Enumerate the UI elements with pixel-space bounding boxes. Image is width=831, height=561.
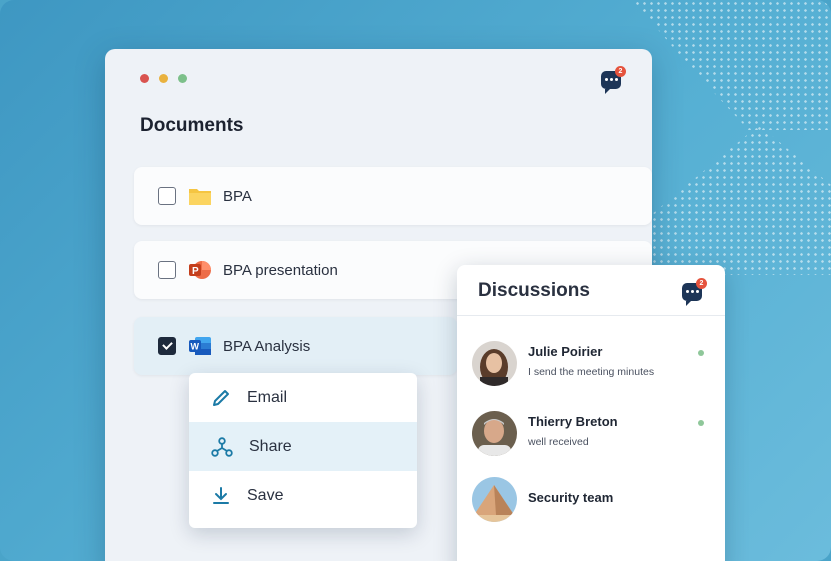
avatar [472,341,517,386]
avatar [472,411,517,456]
download-icon [213,486,229,504]
powerpoint-icon: P [188,259,212,281]
online-status-indicator [698,420,704,426]
checkbox[interactable] [158,261,176,279]
menu-item-save[interactable]: Save [189,471,417,520]
svg-text:P: P [192,266,199,277]
contact-name: Security team [528,490,614,505]
document-name: BPA Analysis [223,337,311,355]
context-menu: Email Share Save [189,373,417,528]
contact-item-security-team[interactable]: Security team [472,477,712,523]
maximize-window-button[interactable] [178,74,187,83]
pencil-icon [213,389,229,406]
window-controls [140,74,187,83]
page-title: Documents [140,115,244,136]
online-status-indicator [698,350,704,356]
share-icon [211,436,233,457]
menu-item-label: Save [247,486,284,504]
menu-item-label: Share [249,437,292,455]
chat-icon[interactable]: 2 [601,66,626,94]
menu-item-email[interactable]: Email [189,373,417,422]
contact-item-thierry-breton[interactable]: Thierry Breton well received [472,411,712,457]
notification-badge: 2 [615,66,626,77]
folder-icon [188,185,212,207]
dot-pattern-decoration [651,125,831,275]
chat-icon[interactable]: 2 [682,278,707,306]
panel-header: Discussions 2 [457,265,725,316]
contact-message: well received [528,436,589,448]
checkbox[interactable] [158,187,176,205]
document-row-bpa[interactable]: BPA [134,167,652,225]
notification-badge: 2 [696,278,707,289]
menu-item-share[interactable]: Share [189,422,417,471]
contact-message: I send the meeting minutes [528,366,655,378]
checkbox-checked[interactable] [158,337,176,355]
document-name: BPA [223,187,252,205]
svg-text:W: W [191,342,200,352]
discussions-panel: Discussions 2 Julie Poirier I send the m… [457,265,725,561]
contact-item-julie-poirier[interactable]: Julie Poirier I send the meeting minutes [472,341,712,387]
contact-name: Julie Poirier [528,344,603,359]
document-row-bpa-analysis[interactable]: W BPA Analysis [134,317,457,375]
close-window-button[interactable] [140,74,149,83]
pyramid-avatar [472,477,517,522]
panel-title: Discussions [478,280,590,301]
contact-name: Thierry Breton [528,414,618,429]
word-icon: W [188,335,212,357]
menu-item-label: Email [247,388,288,406]
minimize-window-button[interactable] [159,74,168,83]
document-name: BPA presentation [223,261,338,279]
